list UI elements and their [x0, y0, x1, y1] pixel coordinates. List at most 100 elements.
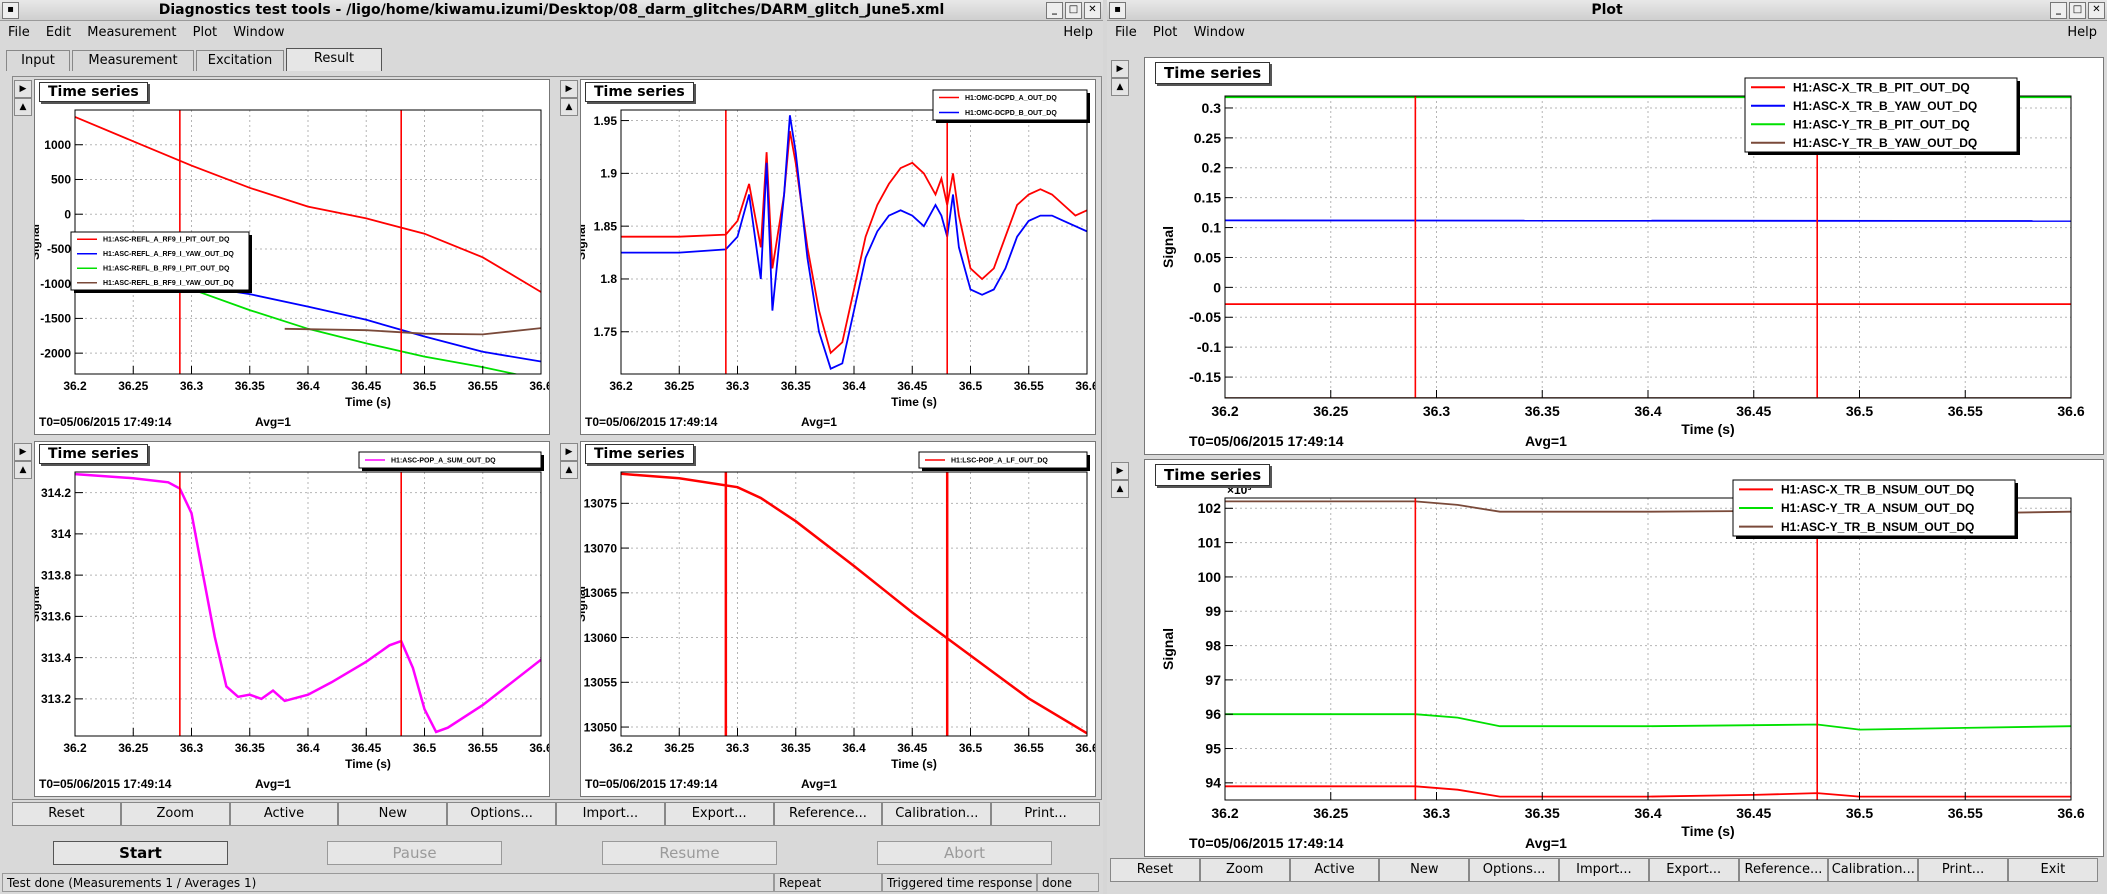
- zoom-button[interactable]: Zoom: [120, 802, 230, 826]
- tab-input[interactable]: Input: [6, 50, 70, 71]
- plot-panel[interactable]: 36.2 36.25 36.3 36.35 36.4 36.45 36.5 36.55 36.6…: [1144, 57, 2104, 455]
- chart-svg: 36.2 36.25 36.3 36.35 36.4 36.45 36.5 36.55 36.6…: [35, 451, 549, 791]
- import-button[interactable]: Import...: [1558, 858, 1649, 882]
- options-button[interactable]: Options...: [447, 802, 556, 826]
- t0-label: T0=05/06/2015 17:49:14: [39, 777, 172, 791]
- y-tick-label: 13070: [584, 541, 618, 555]
- plot-panel[interactable]: 36.2 36.25 36.3 36.35 36.4 36.45 36.5 36.55 36.6…: [580, 79, 1096, 435]
- plot-button-row: Reset Zoom Active New Options... Import... Exp…: [1110, 858, 2098, 882]
- options-button[interactable]: Options...: [1469, 858, 1559, 882]
- status-done: done: [1037, 873, 1099, 892]
- export-button[interactable]: Export...: [664, 802, 774, 826]
- menu-plot[interactable]: Plot: [1153, 25, 1178, 40]
- active-button[interactable]: Active: [229, 802, 339, 826]
- y-tick-label: 0: [1213, 279, 1221, 295]
- reference-button[interactable]: Reference...: [1738, 858, 1829, 882]
- y-axis-label: Signal: [581, 224, 588, 260]
- print-button[interactable]: Print...: [991, 802, 1100, 826]
- legend-entry: H1:ASC-Y_TR_B_NSUM_OUT_DQ: [1781, 520, 1974, 534]
- new-button[interactable]: New: [1379, 858, 1470, 882]
- plot-panel[interactable]: 36.2 36.25 36.3 36.35 36.4 36.45 36.5 36.55 36.6…: [34, 441, 550, 797]
- y-tick-label: 13050: [584, 720, 618, 734]
- x-axis-label: Time (s): [1681, 823, 1734, 839]
- plot-panel[interactable]: 36.2 36.25 36.3 36.35 36.4 36.45 36.5 36.55 36.6…: [34, 79, 550, 435]
- x-tick-label: 36.4: [842, 741, 866, 755]
- x-tick-label: 36.55: [1948, 403, 1983, 419]
- window-menu-icon[interactable]: ▪: [2, 2, 19, 19]
- calibration-button[interactable]: Calibration...: [882, 802, 992, 826]
- legend-entry: H1:ASC-REFL_B_RF9_I_PIT_OUT_DQ: [103, 266, 230, 273]
- maximize-icon[interactable]: □: [1065, 2, 1082, 19]
- reset-button[interactable]: Reset: [1110, 858, 1200, 882]
- close-icon[interactable]: ✕: [1084, 2, 1101, 19]
- abort-button[interactable]: Abort: [877, 841, 1052, 865]
- maximize-icon[interactable]: □: [2069, 2, 2086, 19]
- panel-arrow-icon[interactable]: ▶: [560, 443, 578, 461]
- menu-edit[interactable]: Edit: [46, 25, 71, 40]
- menu-help[interactable]: Help: [1063, 22, 1093, 44]
- reset-button[interactable]: Reset: [12, 802, 121, 826]
- zoom-button[interactable]: Zoom: [1199, 858, 1290, 882]
- grid: [74, 472, 542, 736]
- tab-excitation[interactable]: Excitation: [196, 50, 284, 71]
- new-button[interactable]: New: [338, 802, 448, 826]
- export-button[interactable]: Export...: [1648, 858, 1739, 882]
- legend: H1:ASC-X_TR_B_PIT_OUT_DQ H1:ASC-X_TR_B_YA…: [1744, 77, 2020, 155]
- t0-label: T0=05/06/2015 17:49:14: [1189, 835, 1344, 851]
- panel-arrow-icon[interactable]: ▲: [560, 98, 578, 116]
- y-tick-label: 94: [1205, 775, 1221, 791]
- exit-button[interactable]: Exit: [2007, 858, 2098, 882]
- x-tick-label: 36.35: [781, 379, 811, 393]
- y-tick-label: 313.8: [41, 568, 71, 582]
- x-tick-label: 36.2: [609, 379, 633, 393]
- menu-window[interactable]: Window: [233, 25, 284, 40]
- print-button[interactable]: Print...: [1918, 858, 2008, 882]
- minimize-icon[interactable]: _: [1046, 2, 1063, 19]
- active-button[interactable]: Active: [1289, 858, 1380, 882]
- x-tick-label: 36.3: [726, 379, 750, 393]
- panel-arrow-icon[interactable]: ▶: [560, 80, 578, 98]
- start-button[interactable]: Start: [53, 841, 228, 865]
- chart-svg: 36.2 36.25 36.3 36.35 36.4 36.45 36.5 36.55 36.6…: [1160, 77, 2085, 449]
- panel-title: Time series: [1155, 62, 1271, 84]
- menu-file[interactable]: File: [8, 25, 30, 40]
- window-menu-icon[interactable]: ▪: [1109, 2, 1126, 19]
- panel-arrow-icon[interactable]: ▲: [1111, 480, 1129, 498]
- close-icon[interactable]: ✕: [2088, 2, 2105, 19]
- menu-file[interactable]: File: [1115, 25, 1137, 40]
- panel-title: Time series: [585, 444, 694, 464]
- y-axis-label: Signal: [581, 586, 588, 622]
- menu-window[interactable]: Window: [1194, 25, 1245, 40]
- panel-arrow-icon[interactable]: ▶: [14, 443, 32, 461]
- y-tick-label: 13060: [584, 631, 618, 645]
- y-tick-label: -0.15: [1189, 369, 1221, 385]
- plot-window: ▪ Plot _ □ ✕ File Plot Window Help ▶ ▲ ▶…: [1107, 0, 2107, 894]
- pause-button[interactable]: Pause: [327, 841, 502, 865]
- tab-measurement[interactable]: Measurement: [72, 50, 194, 71]
- y-tick-label: 313.4: [41, 651, 71, 665]
- window-titlebar: ▪ Plot _ □ ✕: [1107, 0, 2107, 21]
- plot-panel[interactable]: 36.2 36.25 36.3 36.35 36.4 36.45 36.5 36.55 36.6…: [1144, 459, 2104, 857]
- tab-result[interactable]: Result: [286, 48, 382, 71]
- legend-entry: H1:ASC-REFL_A_RF9_I_PIT_OUT_DQ: [103, 237, 230, 244]
- import-button[interactable]: Import...: [555, 802, 665, 826]
- panel-arrow-icon[interactable]: ▲: [14, 461, 32, 479]
- x-tick-label: 36.4: [842, 379, 866, 393]
- menu-help[interactable]: Help: [2067, 22, 2097, 44]
- reference-button[interactable]: Reference...: [773, 802, 883, 826]
- calibration-button[interactable]: Calibration...: [1828, 858, 1919, 882]
- x-tick-label: 36.45: [1736, 805, 1771, 821]
- panel-arrow-icon[interactable]: ▶: [14, 80, 32, 98]
- panel-arrow-icon[interactable]: ▲: [1111, 78, 1129, 96]
- x-tick-label: 36.25: [664, 379, 694, 393]
- menu-plot[interactable]: Plot: [193, 25, 218, 40]
- minimize-icon[interactable]: _: [2050, 2, 2067, 19]
- menu-measurement[interactable]: Measurement: [87, 25, 176, 40]
- panel-arrow-icon[interactable]: ▲: [14, 98, 32, 116]
- panel-arrow-icon[interactable]: ▶: [1111, 60, 1129, 78]
- resume-button[interactable]: Resume: [602, 841, 777, 865]
- panel-arrow-icon[interactable]: ▲: [560, 461, 578, 479]
- plot-panel[interactable]: 36.2 36.25 36.3 36.35 36.4 36.45 36.5 36.55 36.6…: [580, 441, 1096, 797]
- panel-arrow-icon[interactable]: ▶: [1111, 462, 1129, 480]
- legend: H1:ASC-X_TR_B_NSUM_OUT_DQ H1:ASC-Y_TR_A_N…: [1732, 479, 2018, 539]
